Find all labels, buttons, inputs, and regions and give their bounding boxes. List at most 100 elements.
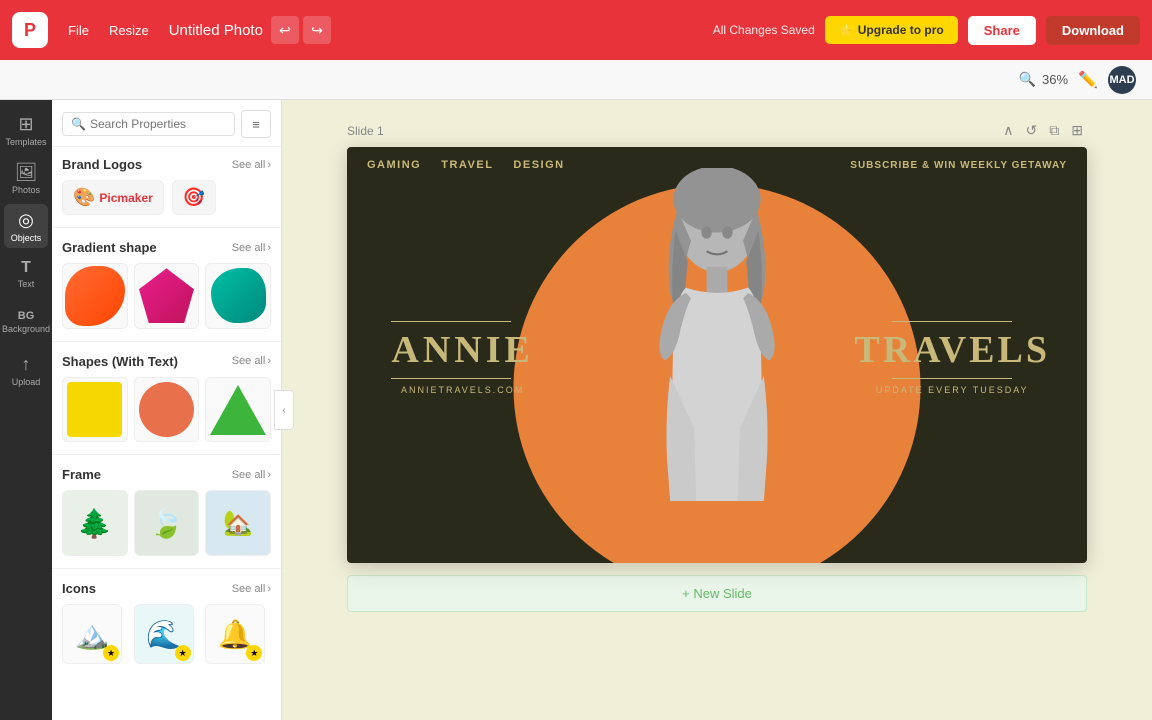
- shapes-text-grid: [62, 377, 271, 443]
- water-icon: 🌊: [146, 618, 181, 651]
- sidebar-item-text[interactable]: T Text: [4, 252, 48, 296]
- topbar-menu: File Resize: [60, 19, 157, 42]
- premium-badge-1: ★: [103, 645, 119, 661]
- icon-2[interactable]: 🌊 ★: [134, 604, 194, 664]
- objects-label: Objects: [11, 233, 42, 243]
- icon-1[interactable]: 🏔️ ★: [62, 604, 122, 664]
- gradient-shape-3[interactable]: [205, 263, 271, 329]
- gradient-shape-section: Gradient shape See all ›: [52, 230, 281, 339]
- gradient-shape-see-all[interactable]: See all ›: [232, 242, 271, 254]
- brand-logos-header: Brand Logos See all ›: [62, 157, 271, 172]
- yellow-square: [67, 382, 122, 437]
- search-icon: 🔍: [71, 117, 86, 131]
- frame-section: Frame See all › 🌲 🍃 🏡: [52, 457, 281, 566]
- sidebar-item-background[interactable]: BG Background: [4, 300, 48, 344]
- document-title[interactable]: Untitled Photo: [169, 22, 263, 39]
- nav-item-travel: TRAVEL: [441, 159, 493, 171]
- brand-logos-title: Brand Logos: [62, 157, 142, 172]
- annie-line-top: [391, 321, 511, 322]
- chevron-right-icon-3: ›: [267, 355, 271, 367]
- shapes-text-see-all[interactable]: See all ›: [232, 355, 271, 367]
- search-input-wrapper[interactable]: 🔍: [62, 112, 235, 136]
- app-logo[interactable]: P: [12, 12, 48, 48]
- gradient-shapes-grid: [62, 263, 271, 329]
- divider-4: [52, 568, 281, 569]
- icons-grid: 🏔️ ★ 🌊 ★ 🔔 ★: [62, 604, 271, 664]
- frame-3[interactable]: 🏡: [205, 490, 271, 556]
- divider-3: [52, 454, 281, 455]
- search-input[interactable]: [90, 117, 226, 131]
- divider-1: [52, 227, 281, 228]
- icon-rail: ⊞ Templates 🖼 Photos ◎ Objects T Text BG…: [0, 100, 52, 720]
- shape-green-triangle[interactable]: [205, 377, 271, 443]
- landscape-icon: 🏔️: [75, 618, 110, 651]
- background-label: Background: [2, 324, 50, 334]
- upgrade-button[interactable]: ⭐ Upgrade to pro: [825, 16, 958, 44]
- undo-button[interactable]: ↩: [271, 16, 299, 44]
- chevron-right-icon-2: ›: [267, 242, 271, 254]
- icon-3[interactable]: 🔔 ★: [205, 604, 265, 664]
- upload-label: Upload: [12, 377, 41, 387]
- zoom-level: 36%: [1042, 72, 1068, 87]
- brand-logos-section: Brand Logos See all › 🎨 Picmaker 🎯: [52, 147, 281, 225]
- person-image: [532, 168, 902, 563]
- sidebar-item-templates[interactable]: ⊞ Templates: [4, 108, 48, 152]
- green-triangle: [210, 385, 266, 435]
- collapse-panel-button[interactable]: ‹: [274, 390, 294, 430]
- picmaker-logo-2[interactable]: 🎯: [172, 180, 216, 215]
- shapes-text-header: Shapes (With Text) See all ›: [62, 354, 271, 369]
- picmaker-logo[interactable]: 🎨 Picmaker: [62, 180, 164, 215]
- new-slide-button[interactable]: + New Slide: [347, 575, 1087, 612]
- brand-logos-see-all[interactable]: See all ›: [232, 159, 271, 171]
- slide-refresh-button[interactable]: ↺: [1022, 120, 1042, 141]
- saved-status: All Changes Saved: [713, 23, 815, 37]
- bell-icon: 🔔: [218, 618, 253, 651]
- frame-1-icon: 🌲: [77, 507, 112, 540]
- resize-menu[interactable]: Resize: [101, 19, 157, 42]
- upload-icon: ↑: [22, 354, 31, 375]
- slide-header: Slide 1 ∧ ↺ ⧉ ⊞: [347, 120, 1087, 141]
- topbar-right: All Changes Saved ⭐ Upgrade to pro Share…: [713, 16, 1140, 45]
- frames-grid: 🌲 🍃 🏡: [62, 490, 271, 556]
- main-layout: ⊞ Templates 🖼 Photos ◎ Objects T Text BG…: [0, 100, 1152, 720]
- gradient-shape-1[interactable]: [62, 263, 128, 329]
- blob-orange: [65, 266, 125, 326]
- search-bar: 🔍 ≡: [52, 100, 281, 147]
- slide-collapse-button[interactable]: ∧: [999, 120, 1017, 141]
- picmaker-icon: 🎨: [73, 187, 95, 208]
- slide-copy-button[interactable]: ⧉: [1045, 120, 1063, 141]
- frame-2[interactable]: 🍃: [134, 490, 200, 556]
- chevron-right-icon-4: ›: [267, 469, 271, 481]
- slide-canvas[interactable]: GAMING TRAVEL DESIGN SUBSCRIBE & WIN WEE…: [347, 147, 1087, 563]
- shape-orange-circle[interactable]: [134, 377, 200, 443]
- gradient-shape-2[interactable]: [134, 263, 200, 329]
- shape-yellow-square[interactable]: [62, 377, 128, 443]
- travels-line-bottom: [892, 378, 1012, 379]
- redo-button[interactable]: ↪: [303, 16, 331, 44]
- frame-see-all[interactable]: See all ›: [232, 469, 271, 481]
- divider-2: [52, 341, 281, 342]
- background-icon: BG: [18, 310, 35, 322]
- share-button[interactable]: Share: [968, 16, 1036, 45]
- pentagon-pink: [139, 268, 194, 323]
- topbar: P File Resize Untitled Photo ↩ ↪ All Cha…: [0, 0, 1152, 60]
- file-menu[interactable]: File: [60, 19, 97, 42]
- slide-label: Slide 1: [347, 124, 384, 138]
- sidebar-item-upload[interactable]: ↑ Upload: [4, 348, 48, 392]
- slide-expand-button[interactable]: ⊞: [1067, 120, 1087, 141]
- frame-title: Frame: [62, 467, 101, 482]
- frame-1[interactable]: 🌲: [62, 490, 128, 556]
- logo-icon: P: [24, 20, 36, 41]
- zoom-icon: 🔍: [1019, 71, 1036, 88]
- left-panel-wrapper: 🔍 ≡ Brand Logos See all › 🎨 Pi: [52, 100, 282, 720]
- canvas-area: Slide 1 ∧ ↺ ⧉ ⊞ GAMING TRAVEL DES: [282, 100, 1152, 720]
- download-button[interactable]: Download: [1046, 16, 1140, 45]
- filter-button[interactable]: ≡: [241, 110, 271, 138]
- icons-see-all[interactable]: See all ›: [232, 583, 271, 595]
- user-avatar[interactable]: MAD: [1108, 66, 1136, 94]
- travels-name: TRAVELS: [854, 328, 1050, 372]
- frame-2-icon: 🍃: [149, 507, 184, 540]
- sidebar-item-photos[interactable]: 🖼 Photos: [4, 156, 48, 200]
- sidebar-item-objects[interactable]: ◎ Objects: [4, 204, 48, 248]
- gradient-shape-title: Gradient shape: [62, 240, 157, 255]
